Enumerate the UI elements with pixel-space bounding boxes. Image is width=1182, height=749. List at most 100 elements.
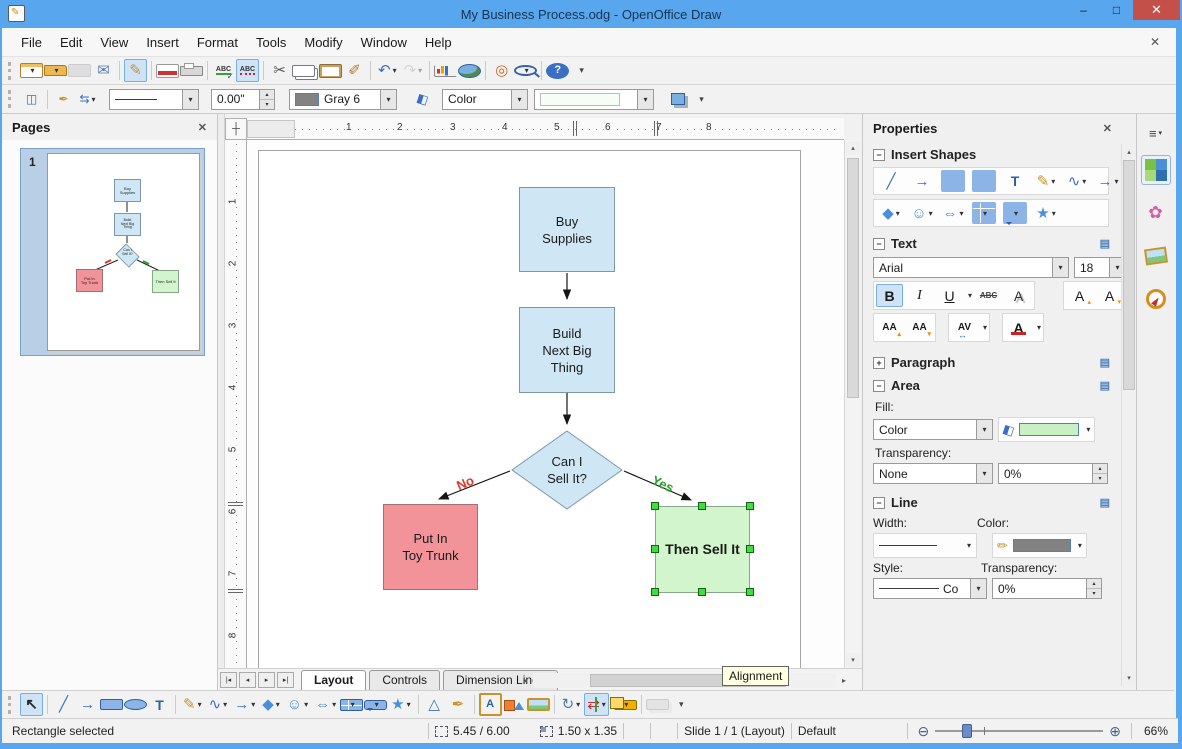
scrollbar-thumb[interactable] [847, 158, 859, 398]
dropdown-arrow[interactable]: ▾ [251, 700, 255, 709]
dropdown-arrow[interactable]: ▾ [967, 541, 971, 550]
edit-points-icon[interactable]: ✒ [52, 88, 75, 111]
print-icon[interactable] [180, 62, 203, 76]
panel-scrollbar[interactable]: ▴ ▾ [1121, 144, 1136, 686]
rectangle-icon[interactable] [941, 170, 965, 192]
scroll-right-icon[interactable]: ▸ [836, 673, 852, 688]
dropdown-arrow[interactable]: ▾ [418, 66, 422, 75]
scroll-down-icon[interactable]: ▾ [1122, 671, 1136, 685]
dropdown-arrow[interactable]: ▾ [198, 700, 202, 709]
close-button[interactable]: ✕ [1133, 0, 1180, 20]
menu-item[interactable]: Insert [137, 31, 188, 54]
vertical-ruler[interactable]: 1 2 3 4 5 6 7 8 [225, 140, 247, 668]
close-icon[interactable]: ✕ [1103, 122, 1112, 135]
underline-icon[interactable]: U [936, 284, 963, 307]
decrease-font-size-icon[interactable]: A [1096, 284, 1123, 307]
dropdown-arrow[interactable]: ▾ [929, 209, 933, 218]
menu-item[interactable]: View [91, 31, 137, 54]
spellcheck-icon[interactable]: ABC [212, 59, 235, 82]
connector-icon[interactable]: ∿ ▾ [206, 693, 231, 716]
email-icon[interactable]: ✉ [92, 59, 115, 82]
transparency-value-input[interactable]: 0% ▴ ▾ [998, 463, 1108, 484]
save-icon[interactable] [68, 64, 91, 77]
block-arrows-icon[interactable]: ⇔ ▾ [312, 693, 339, 716]
dropdown-arrow[interactable]: ▾ [1082, 177, 1086, 186]
dropdown-arrow[interactable]: ▾ [351, 700, 355, 709]
alignment-icon[interactable]: ⇄ ▾ [584, 693, 609, 716]
connector-icon[interactable]: ∿ ▾ [1065, 170, 1089, 192]
line-width-input[interactable]: 0.00" ▴ ▾ [211, 88, 275, 110]
strikethrough-icon[interactable]: ABC [975, 284, 1002, 307]
text-icon[interactable]: T [148, 693, 171, 716]
line-style-select[interactable]: ▾ [109, 88, 199, 110]
spin-down-icon[interactable]: ▾ [260, 99, 274, 109]
dropdown-arrow[interactable]: ▾ [54, 66, 58, 75]
minimize-button[interactable]: – [1067, 0, 1100, 20]
menu-item[interactable]: Format [188, 31, 247, 54]
copy-icon[interactable] [292, 64, 315, 77]
fill-type-select[interactable]: Color ▾ [442, 88, 528, 110]
line-style-select[interactable]: Co ▾ [873, 578, 987, 599]
dropdown-arrow[interactable]: ▾ [393, 66, 397, 75]
freeform-line-icon[interactable]: ✎ ▾ [1034, 170, 1058, 192]
lowercase-icon[interactable]: AA [906, 316, 933, 339]
area-fill-type-select[interactable]: Color ▾ [873, 419, 993, 440]
selection-handle-sw[interactable] [651, 588, 659, 596]
scrollbar-thumb[interactable] [1123, 160, 1135, 390]
scroll-up-icon[interactable]: ▴ [1122, 145, 1136, 159]
dropdown-arrow[interactable]: ▾ [525, 66, 529, 75]
symbol-shapes-icon[interactable]: ☺ ▾ [910, 202, 934, 224]
glue-points-icon[interactable]: ✒ [447, 693, 470, 716]
fontwork-icon[interactable]: A [478, 693, 502, 716]
selection-handle-n[interactable] [698, 502, 706, 510]
dropdown-arrow[interactable]: ▾ [637, 89, 653, 109]
scroll-down-icon[interactable]: ▾ [846, 653, 860, 667]
area-fill-color-combo[interactable]: ◧ ▾ [998, 417, 1096, 442]
toolbar-more-icon[interactable]: ▾ [690, 88, 713, 111]
help-icon[interactable]: ? [546, 62, 570, 79]
dropdown-arrow[interactable]: ▾ [332, 700, 336, 709]
sidebar-menu-icon[interactable]: ≡ [1141, 124, 1171, 142]
section-line[interactable]: − Line ▤ [863, 490, 1136, 513]
redo-icon[interactable]: ↷ ▾ [401, 59, 426, 82]
gallery-icon[interactable] [526, 698, 550, 711]
zoom-out-icon[interactable]: ⊖ [918, 723, 930, 740]
close-document-icon[interactable]: ✕ [1150, 35, 1160, 49]
navigator-icon[interactable]: ◎ [490, 59, 513, 82]
dropdown-arrow[interactable]: ▾ [407, 700, 411, 709]
maximize-button[interactable]: □ [1100, 0, 1133, 20]
scroll-up-icon[interactable]: ▴ [846, 141, 860, 155]
toolbar-grip[interactable] [8, 61, 13, 80]
drawing-canvas[interactable]: No Yes Buy Supplies Build Next Big Thing… [247, 140, 844, 668]
panel-splitter[interactable] [218, 114, 225, 690]
selection-handle-w[interactable] [651, 545, 659, 553]
ellipse-icon[interactable] [124, 699, 147, 710]
toolbar-more-icon[interactable]: ▾ [670, 693, 693, 716]
dropdown-arrow[interactable]: ▾ [30, 66, 34, 75]
spin-down-icon[interactable]: ▾ [1093, 474, 1107, 483]
dropdown-arrow[interactable]: ▾ [304, 700, 308, 709]
paste-icon[interactable]: ▾ [319, 63, 342, 78]
collapse-icon[interactable]: − [873, 237, 885, 250]
dropdown-arrow[interactable]: ▾ [1014, 209, 1018, 218]
section-insert-shapes[interactable]: − Insert Shapes [863, 142, 1136, 165]
spin-up-icon[interactable]: ▴ [1087, 579, 1101, 589]
line-width-select[interactable]: ▾ [873, 533, 977, 558]
section-area[interactable]: − Area ▤ [863, 373, 1136, 396]
dropdown-arrow[interactable]: ▾ [1037, 323, 1041, 332]
page-thumbnail[interactable]: 1 Buy Supplies Build Next Big Thing Can … [20, 148, 205, 356]
dropdown-arrow[interactable]: ▾ [511, 89, 527, 109]
dropdown-arrow[interactable]: ▾ [1051, 177, 1055, 186]
horizontal-scrollbar[interactable]: ◂ ▸ [517, 672, 852, 688]
lines-arrows-icon[interactable]: → ▾ [231, 693, 258, 716]
first-page-button[interactable]: |◂ [220, 671, 237, 688]
dropdown-arrow[interactable]: ▾ [976, 464, 992, 483]
format-paintbrush-icon[interactable]: ✐ [343, 59, 366, 82]
zoom-slider-thumb[interactable] [962, 724, 973, 738]
dropdown-arrow[interactable]: ▾ [576, 700, 580, 709]
shape-then-sell-it[interactable]: Then Sell It [655, 506, 750, 593]
dropdown-arrow[interactable]: ▾ [1086, 425, 1090, 434]
line-color-combo[interactable]: ✏ ▾ [992, 533, 1087, 558]
font-color-icon[interactable]: A [1005, 316, 1032, 339]
bold-icon[interactable]: B [876, 284, 903, 307]
